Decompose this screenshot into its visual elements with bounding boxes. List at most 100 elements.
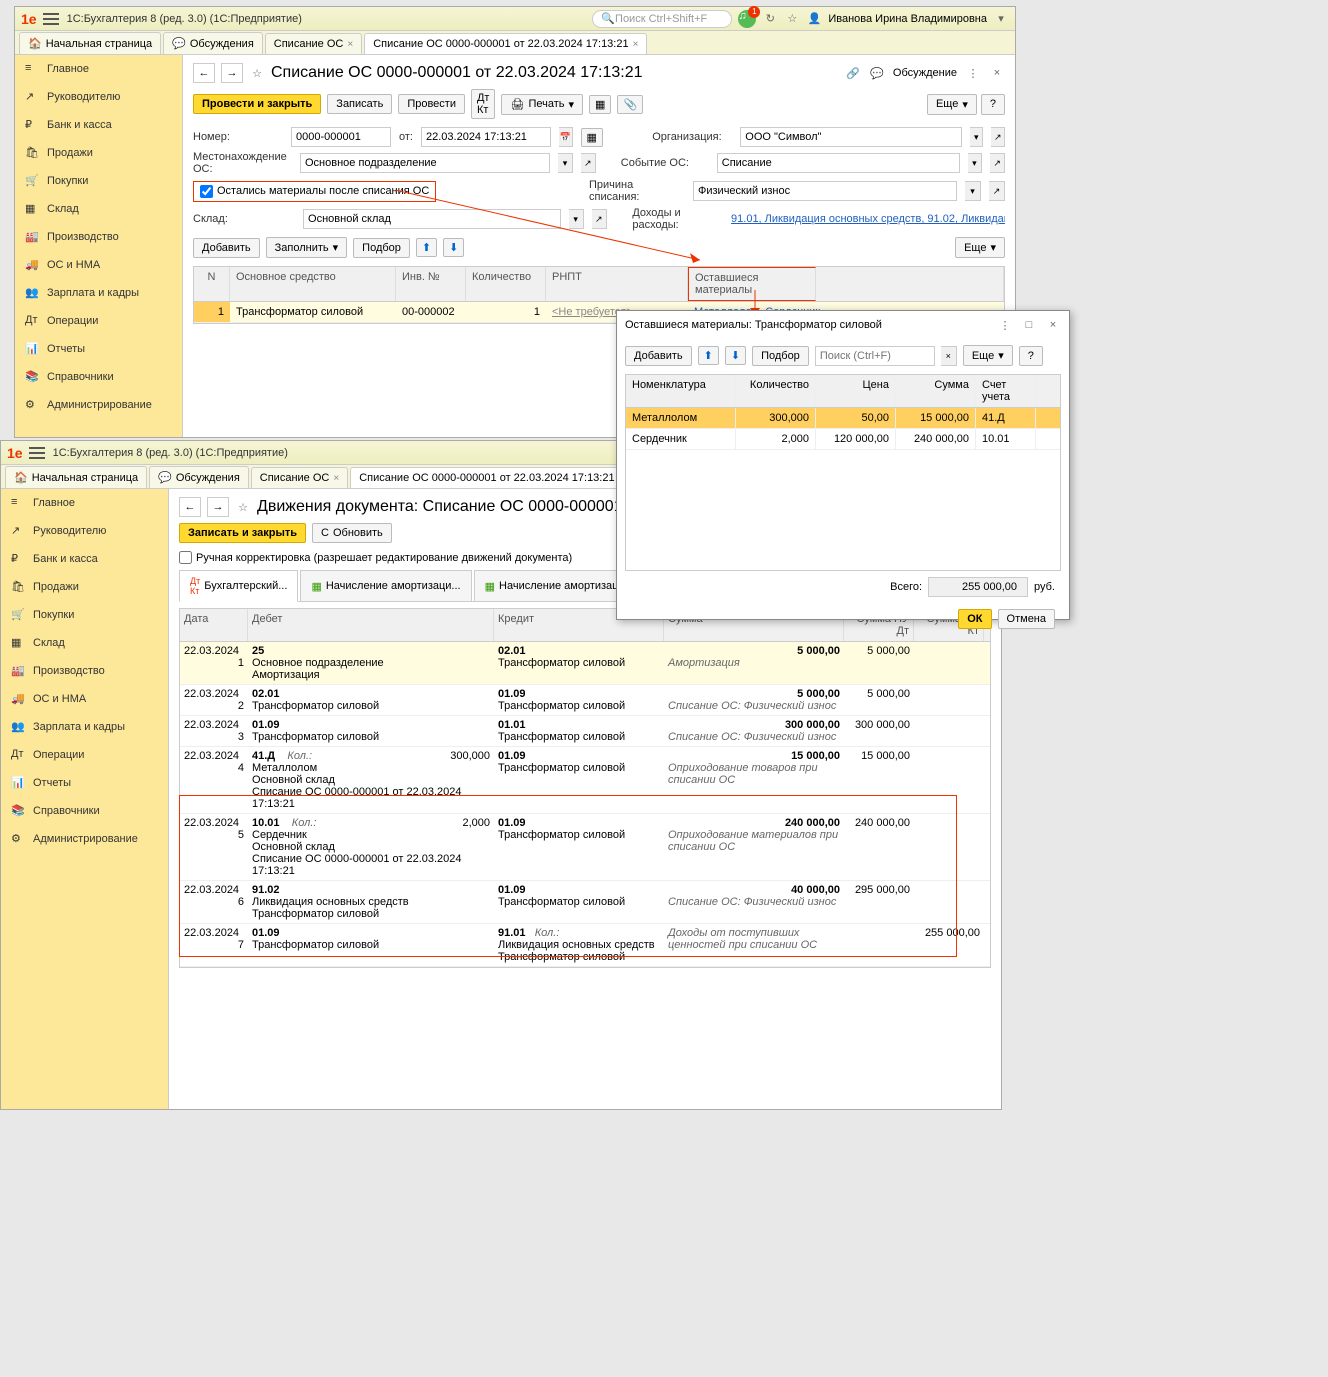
close-icon[interactable]: ×	[989, 65, 1005, 81]
sidebar-item[interactable]: 🏭Производство	[15, 223, 182, 251]
more-button[interactable]: Еще ▾	[963, 345, 1013, 366]
subtab[interactable]: ДтКтБухгалтерский...	[179, 570, 298, 602]
sidebar-item[interactable]: 🛍Продажи	[15, 139, 182, 167]
search-input[interactable]	[815, 346, 935, 366]
sidebar-item[interactable]: ▦Склад	[1, 629, 168, 657]
more-icon[interactable]: ⋮	[997, 317, 1013, 333]
more-button[interactable]: Еще ▾	[927, 94, 977, 115]
sidebar-item[interactable]: 👥Зарплата и кадры	[1, 713, 168, 741]
open-icon[interactable]: ↗	[991, 127, 1005, 147]
maximize-icon[interactable]: □	[1021, 317, 1037, 333]
user-name[interactable]: Иванова Ирина Владимировна	[828, 13, 987, 25]
sidebar-item[interactable]: 📚Справочники	[15, 363, 182, 391]
print-button[interactable]: 🖨 Печать ▾	[501, 94, 583, 115]
mov-row[interactable]: 22.03.20245 10.01 Кол.: 2,000СердечникОс…	[180, 814, 990, 881]
up-button[interactable]: ⬆	[698, 346, 719, 365]
help-button[interactable]: ?	[981, 94, 1005, 115]
down-button[interactable]: ⬇	[725, 346, 746, 365]
back-button[interactable]: ←	[179, 497, 201, 517]
back-button[interactable]: ←	[193, 63, 215, 83]
sidebar-item[interactable]: ⚙Администрирование	[1, 825, 168, 853]
sidebar-item[interactable]: 📊Отчеты	[1, 769, 168, 797]
forward-button[interactable]: →	[207, 497, 229, 517]
sidebar-item[interactable]: 🚚ОС и НМА	[15, 251, 182, 279]
up-button[interactable]: ⬆	[416, 238, 437, 257]
checkbox-input[interactable]	[200, 185, 213, 198]
calendar-icon[interactable]: 📅	[559, 127, 573, 147]
materials-checkbox[interactable]: Остались материалы после списания ОС	[193, 181, 436, 202]
sidebar-item[interactable]: ₽Банк и касса	[15, 111, 182, 139]
create-based-button[interactable]: ▦	[589, 95, 611, 114]
subtab[interactable]: ▦Начисление амортизац...	[474, 570, 639, 601]
grid-row[interactable]: Металлолом 300,000 50,00 15 000,00 41.Д	[626, 408, 1060, 429]
mov-row[interactable]: 22.03.20241 25Основное подразделениеАмор…	[180, 642, 990, 685]
mov-row[interactable]: 22.03.20242 02.01Трансформатор силовой 0…	[180, 685, 990, 716]
sidebar-item[interactable]: 📚Справочники	[1, 797, 168, 825]
sidebar-item[interactable]: ДтОперации	[15, 307, 182, 335]
open-icon[interactable]: ↗	[990, 153, 1005, 173]
tab-home[interactable]: 🏠 Начальная страница	[5, 466, 147, 488]
dropdown-icon[interactable]: ▾	[569, 209, 584, 229]
sidebar-item[interactable]: ≡Главное	[1, 489, 168, 517]
save-button[interactable]: Записать	[327, 94, 392, 114]
dropdown-icon[interactable]: ▾	[993, 11, 1009, 27]
sidebar-item[interactable]: ≡Главное	[15, 55, 182, 83]
store-input[interactable]	[303, 209, 561, 229]
subtab[interactable]: ▦Начисление амортизаци...	[300, 570, 471, 601]
ok-button[interactable]: ОК	[958, 609, 991, 629]
discuss-label[interactable]: Обсуждение	[893, 67, 957, 79]
hint-button[interactable]: ▦	[581, 128, 603, 147]
tab-list[interactable]: Списание ОС ×	[265, 33, 362, 54]
grid-row[interactable]: Сердечник 2,000 120 000,00 240 000,00 10…	[626, 429, 1060, 450]
date-input[interactable]	[421, 127, 551, 147]
more-icon[interactable]: ⋮	[965, 65, 981, 81]
sidebar-item[interactable]: ↗Руководителю	[1, 517, 168, 545]
open-icon[interactable]: ↗	[581, 153, 596, 173]
dtkt-button[interactable]: ДтКт	[471, 89, 496, 119]
number-input[interactable]	[291, 127, 391, 147]
post-button[interactable]: Провести	[398, 94, 465, 114]
star-icon[interactable]: ☆	[235, 499, 251, 515]
help-button[interactable]: ?	[1019, 346, 1043, 366]
bell-icon[interactable]: ♫	[738, 10, 756, 28]
close-icon[interactable]: ×	[1045, 317, 1061, 333]
search-input[interactable]: 🔍 Поиск Ctrl+Shift+F	[592, 10, 732, 28]
dropdown-icon[interactable]: ▾	[965, 181, 981, 201]
tab-doc[interactable]: Списание ОС 0000-000001 от 22.03.2024 17…	[364, 33, 647, 54]
forward-button[interactable]: →	[221, 63, 243, 83]
mov-row[interactable]: 22.03.20244 41.Д Кол.: 300,000Металлолом…	[180, 747, 990, 814]
pick-button[interactable]: Подбор	[752, 346, 809, 366]
menu-icon[interactable]	[43, 13, 59, 25]
pick-button[interactable]: Подбор	[353, 238, 410, 258]
sidebar-item[interactable]: 👥Зарплата и кадры	[15, 279, 182, 307]
sidebar-item[interactable]: ▦Склад	[15, 195, 182, 223]
sidebar-item[interactable]: 🛍Продажи	[1, 573, 168, 601]
link-icon[interactable]: 🔗	[845, 65, 861, 81]
post-close-button[interactable]: Провести и закрыть	[193, 94, 321, 114]
checkbox-input[interactable]	[179, 551, 192, 564]
tab-list[interactable]: Списание ОС ×	[251, 467, 348, 488]
more-button[interactable]: Еще ▾	[955, 237, 1005, 258]
sidebar-item[interactable]: ₽Банк и касса	[1, 545, 168, 573]
mov-row[interactable]: 22.03.20247 01.09Трансформатор силовой 9…	[180, 924, 990, 967]
sidebar-item[interactable]: 🛒Покупки	[1, 601, 168, 629]
mov-row[interactable]: 22.03.20243 01.09Трансформатор силовой 0…	[180, 716, 990, 747]
org-input[interactable]	[740, 127, 962, 147]
sidebar-item[interactable]: 📊Отчеты	[15, 335, 182, 363]
user-icon[interactable]: 👤	[806, 11, 822, 27]
income-link[interactable]: 91.01, Ликвидация основных средств, 91.0…	[731, 213, 1005, 225]
sidebar-item[interactable]: ⚙Администрирование	[15, 391, 182, 419]
tab-home[interactable]: 🏠 Начальная страница	[19, 32, 161, 54]
fill-button[interactable]: Заполнить ▾	[266, 237, 348, 258]
cancel-button[interactable]: Отмена	[998, 609, 1055, 629]
discuss-icon[interactable]: 💬	[869, 65, 885, 81]
tab-discuss[interactable]: 💬 Обсуждения	[163, 32, 263, 54]
refresh-button[interactable]: С Обновить	[312, 523, 392, 543]
dropdown-icon[interactable]: ▾	[968, 153, 983, 173]
sidebar-item[interactable]: ДтОперации	[1, 741, 168, 769]
open-icon[interactable]: ↗	[592, 209, 607, 229]
down-button[interactable]: ⬇	[443, 238, 464, 257]
add-button[interactable]: Добавить	[625, 346, 692, 366]
sidebar-item[interactable]: 🏭Производство	[1, 657, 168, 685]
menu-icon[interactable]	[29, 447, 45, 459]
